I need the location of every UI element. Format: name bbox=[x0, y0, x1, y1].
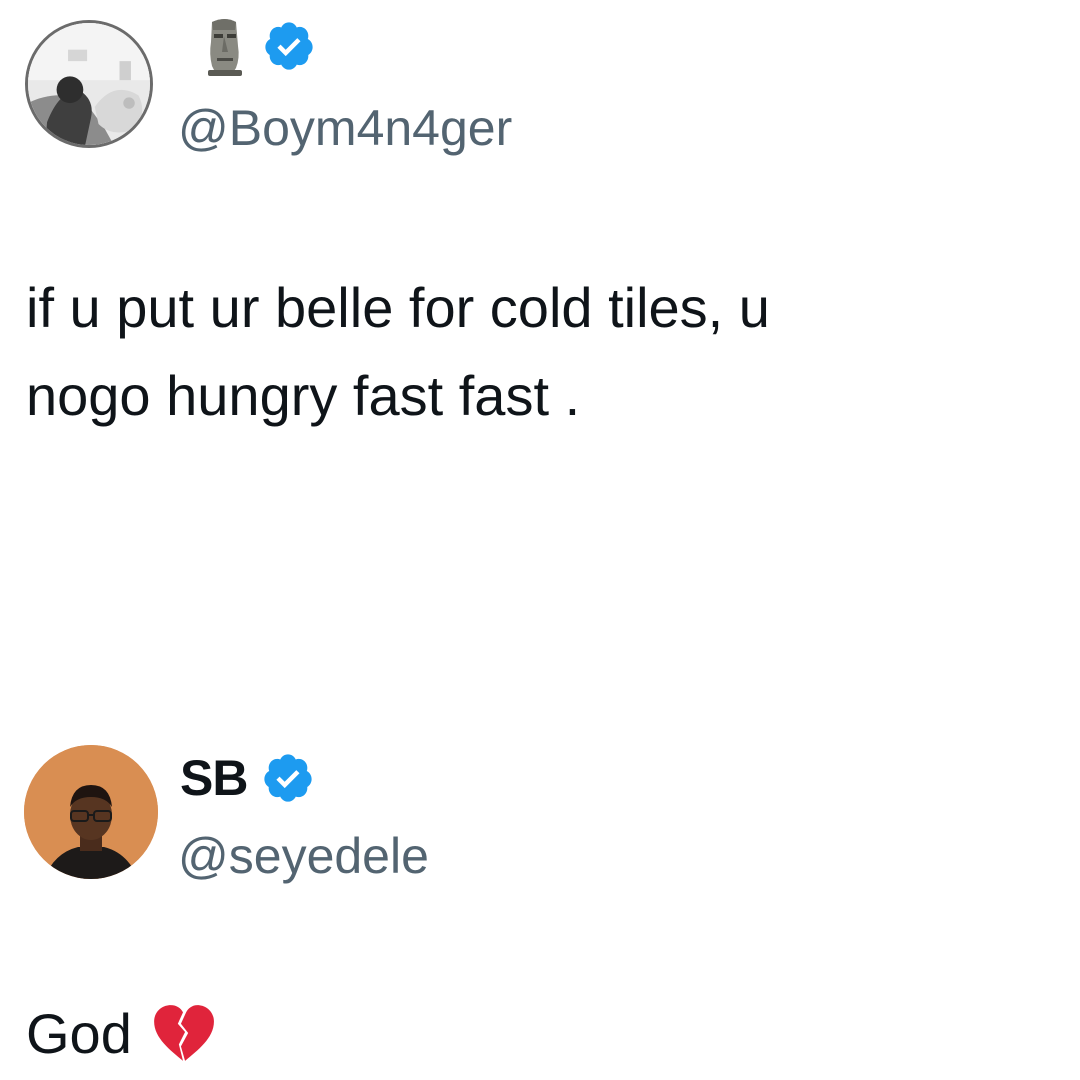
avatar[interactable] bbox=[25, 20, 153, 148]
avatar-photo bbox=[24, 745, 158, 879]
display-name[interactable]: SB bbox=[180, 748, 248, 808]
tweet-card: @Boym4n4ger if u put ur belle for cold t… bbox=[0, 0, 1080, 700]
broken-heart-icon bbox=[153, 1005, 214, 1061]
tweet-text: God bbox=[26, 1002, 132, 1065]
verified-badge-icon bbox=[265, 22, 313, 70]
avatar-photo bbox=[28, 23, 150, 145]
tweet-text-row: God bbox=[26, 990, 216, 1078]
tweet-card: SB @seyedele God bbox=[0, 700, 1080, 1080]
moai-icon bbox=[208, 19, 242, 76]
name-row: SB bbox=[180, 748, 315, 808]
name-row bbox=[188, 16, 316, 76]
tweet-text: if u put ur belle for cold tiles, u nogo… bbox=[26, 276, 770, 427]
avatar[interactable] bbox=[24, 745, 158, 879]
user-handle[interactable]: @Boym4n4ger bbox=[178, 98, 512, 158]
user-handle[interactable]: @seyedele bbox=[178, 826, 429, 886]
verified-badge-icon bbox=[264, 754, 313, 802]
